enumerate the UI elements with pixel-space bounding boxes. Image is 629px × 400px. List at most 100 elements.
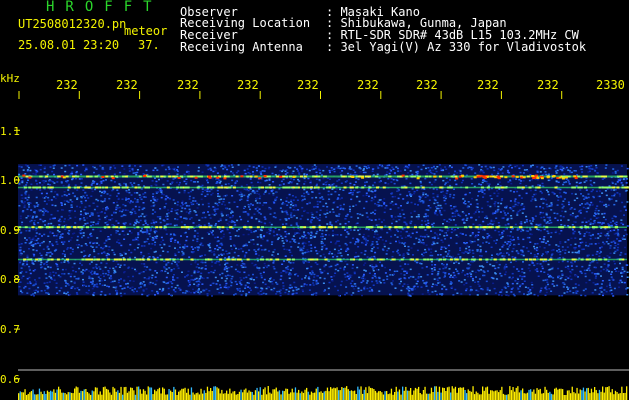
noise-pixel bbox=[389, 293, 392, 296]
noise-pixel bbox=[413, 210, 416, 213]
noise-pixel bbox=[370, 250, 373, 252]
noise-pixel bbox=[436, 278, 439, 280]
noise-pixel bbox=[273, 212, 276, 214]
noise-pixel bbox=[319, 214, 321, 216]
noise-pixel bbox=[587, 196, 590, 199]
noise-pixel bbox=[258, 193, 261, 195]
noise-pixel bbox=[45, 209, 48, 212]
noise-pixel bbox=[279, 289, 282, 291]
noise-pixel bbox=[306, 249, 309, 251]
noise-pixel bbox=[417, 218, 420, 220]
noise-pixel bbox=[129, 223, 132, 225]
noise-pixel bbox=[171, 282, 174, 285]
noise-pixel bbox=[45, 196, 47, 198]
noise-pixel bbox=[163, 260, 165, 262]
noise-pixel bbox=[179, 289, 182, 291]
noise-pixel bbox=[584, 288, 587, 290]
noise-pixel bbox=[571, 224, 574, 226]
noise-pixel bbox=[140, 253, 143, 255]
noise-pixel bbox=[90, 221, 93, 223]
noise-pixel bbox=[107, 271, 110, 274]
noise-pixel bbox=[201, 244, 204, 247]
noise-pixel bbox=[506, 248, 509, 250]
noise-pixel bbox=[579, 209, 582, 212]
noise-pixel bbox=[506, 169, 509, 172]
noise-pixel bbox=[156, 198, 159, 201]
noise-pixel bbox=[274, 174, 277, 176]
noise-pixel bbox=[364, 244, 367, 246]
noise-pixel bbox=[97, 253, 100, 255]
noise-pixel bbox=[360, 289, 363, 292]
noise-pixel bbox=[477, 290, 480, 292]
noise-pixel bbox=[533, 264, 536, 267]
noise-pixel bbox=[231, 172, 234, 174]
noise-pixel bbox=[412, 276, 415, 278]
noise-pixel bbox=[201, 203, 204, 206]
noise-pixel bbox=[93, 249, 95, 251]
noise-pixel bbox=[152, 282, 154, 284]
noise-pixel bbox=[466, 267, 469, 270]
noise-pixel bbox=[281, 223, 284, 226]
noise-pixel bbox=[221, 272, 224, 275]
noise-pixel bbox=[431, 264, 434, 266]
noise-pixel bbox=[217, 193, 219, 195]
noise-pixel bbox=[452, 197, 455, 199]
noise-pixel bbox=[506, 282, 509, 284]
noise-pixel bbox=[245, 189, 248, 191]
noise-pixel bbox=[599, 249, 602, 251]
noise-pixel bbox=[456, 292, 459, 294]
noise-pixel bbox=[263, 170, 266, 172]
noise-pixel bbox=[371, 197, 374, 199]
noise-pixel bbox=[595, 164, 598, 167]
noise-pixel bbox=[497, 168, 500, 170]
noise-pixel bbox=[372, 246, 375, 248]
noise-pixel bbox=[345, 215, 348, 217]
noise-pixel bbox=[585, 180, 588, 182]
noise-pixel bbox=[400, 280, 402, 283]
noise-pixel bbox=[545, 291, 548, 294]
noise-pixel bbox=[432, 196, 435, 199]
noise-pixel bbox=[288, 286, 291, 289]
noise-pixel bbox=[288, 232, 290, 235]
noise-pixel bbox=[173, 279, 176, 281]
noise-pixel bbox=[266, 231, 269, 234]
noise-pixel bbox=[479, 250, 482, 253]
noise-pixel bbox=[210, 194, 213, 196]
noise-pixel bbox=[386, 275, 389, 278]
noise-pixel bbox=[319, 172, 322, 174]
noise-pixel bbox=[132, 208, 135, 210]
noise-pixel bbox=[465, 288, 468, 290]
noise-pixel bbox=[478, 265, 481, 267]
noise-pixel bbox=[377, 167, 380, 169]
noise-pixel bbox=[54, 204, 57, 207]
noise-pixel bbox=[99, 268, 102, 270]
noise-pixel bbox=[367, 235, 370, 237]
noise-pixel bbox=[374, 196, 377, 198]
noise-pixel bbox=[476, 249, 479, 251]
noise-pixel bbox=[411, 173, 414, 176]
noise-pixel bbox=[260, 236, 263, 239]
noise-pixel bbox=[453, 173, 456, 176]
noise-pixel bbox=[246, 168, 249, 170]
noise-pixel bbox=[261, 238, 264, 240]
noise-pixel bbox=[444, 182, 447, 184]
noise-pixel bbox=[416, 170, 419, 173]
noise-pixel bbox=[140, 215, 143, 217]
noise-pixel bbox=[603, 289, 606, 291]
noise-pixel bbox=[480, 288, 483, 290]
noise-pixel bbox=[334, 191, 337, 193]
noise-pixel bbox=[496, 195, 499, 197]
noise-pixel bbox=[56, 268, 59, 270]
noise-pixel bbox=[609, 252, 612, 255]
noise-pixel bbox=[72, 269, 75, 272]
noise-pixel bbox=[260, 275, 263, 277]
noise-pixel bbox=[457, 235, 460, 238]
noise-pixel bbox=[433, 202, 436, 205]
noise-pixel bbox=[433, 236, 436, 238]
noise-pixel bbox=[298, 172, 301, 174]
noise-pixel bbox=[48, 241, 51, 243]
noise-pixel bbox=[164, 168, 167, 171]
noise-pixel bbox=[493, 287, 496, 290]
noise-pixel bbox=[547, 193, 550, 196]
noise-pixel bbox=[101, 200, 104, 203]
